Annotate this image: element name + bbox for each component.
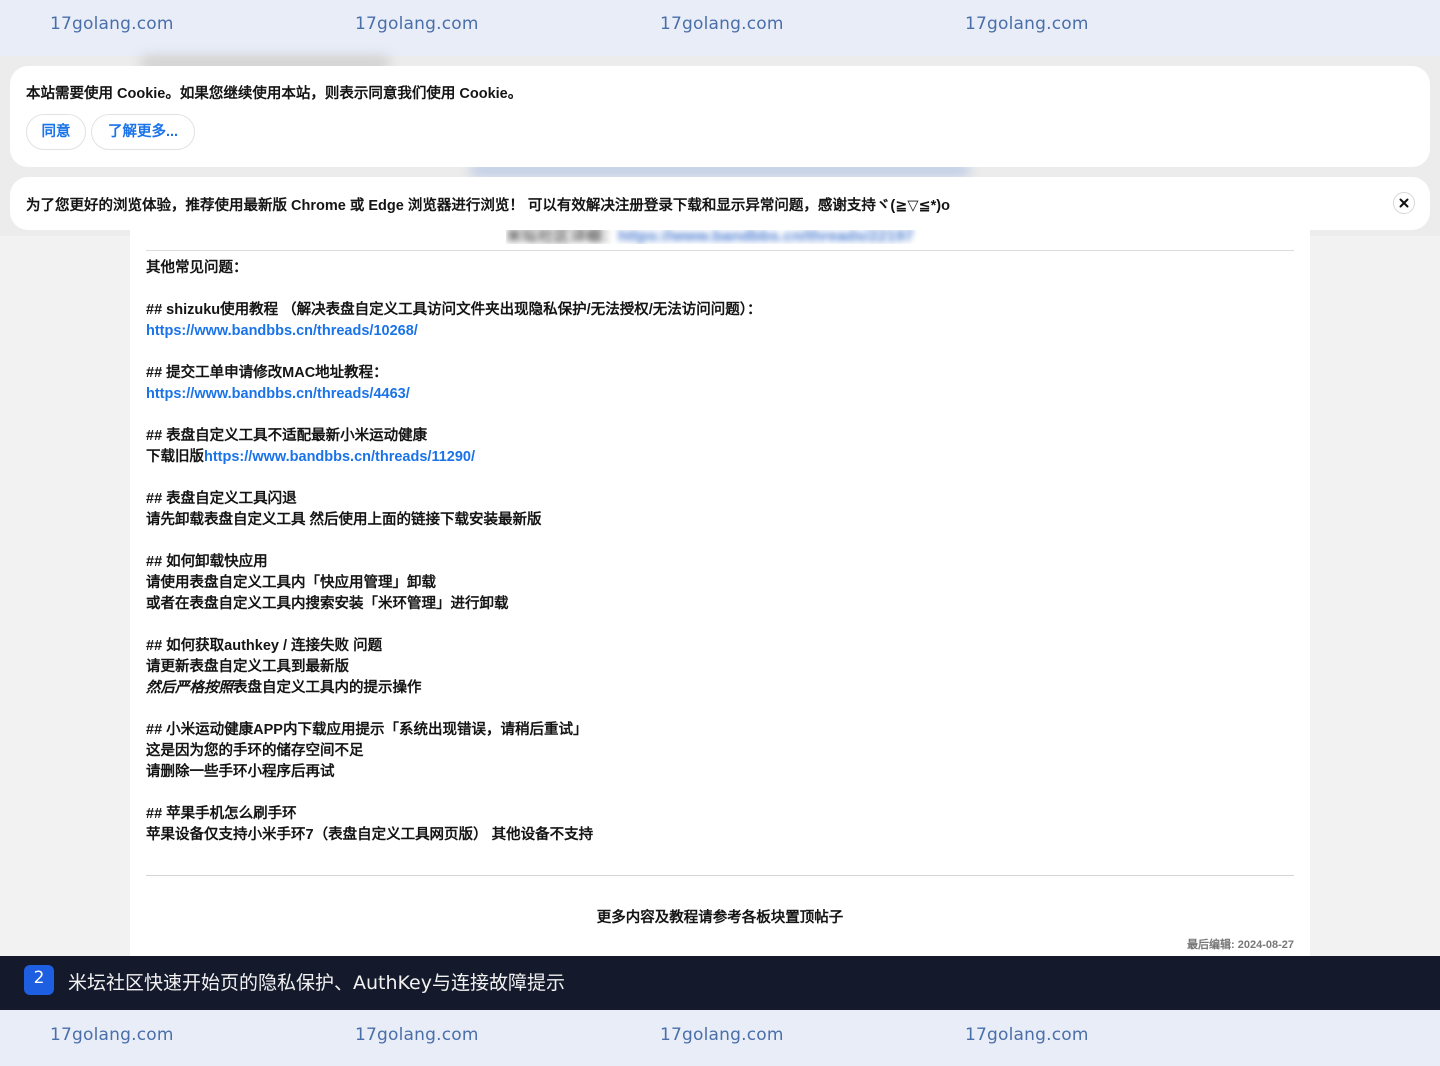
- faq-text: 苹果设备仅支持小米手环7（表盘自定义工具网页版） 其他设备不支持: [146, 827, 594, 843]
- faq-link[interactable]: https://www.bandbbs.cn/threads/10268/: [146, 323, 418, 339]
- faq-emphasis: 然后严格按照: [146, 680, 233, 696]
- learn-more-button[interactable]: 了解更多...: [91, 114, 195, 150]
- divider: [146, 875, 1294, 876]
- watermark-text: 17golang.com: [660, 1025, 784, 1045]
- watermark-text: 17golang.com: [50, 1025, 174, 1045]
- faq-title: ## 苹果手机怎么刷手环: [146, 806, 297, 822]
- watermark-text: 17golang.com: [660, 14, 784, 34]
- faq-title: ## shizuku使用教程 （解决表盘自定义工具访问文件夹出现隐私保护/无法授…: [146, 302, 762, 318]
- divider: [146, 250, 1294, 251]
- caption-text: 米坛社区快速开始页的隐私保护、AuthKey与连接故障提示: [68, 972, 565, 994]
- faq-text: 表盘自定义工具内的提示操作: [233, 680, 422, 696]
- watermark-bar-bottom: 17golang.com 17golang.com 17golang.com 1…: [0, 1010, 1440, 1066]
- faq-title: ## 小米运动健康APP内下载应用提示「系统出现错误，请稍后重试」: [146, 722, 588, 738]
- faq-title: ## 提交工单申请修改MAC地址教程：: [146, 365, 388, 381]
- faq-text: 或者在表盘自定义工具内搜索安装「米环管理」进行卸载: [146, 596, 509, 612]
- close-icon: [1399, 198, 1409, 208]
- faq-title: ## 表盘自定义工具不适配最新小米运动健康: [146, 428, 428, 444]
- post-content-card: 米坛社区详细：https://www.bandbbs.cn/threads/22…: [130, 230, 1310, 956]
- blurred-thread-link: 米坛社区详细：https://www.bandbbs.cn/threads/22…: [506, 230, 966, 244]
- more-content-note: 更多内容及教程请参考各板块置顶帖子: [596, 910, 844, 926]
- watermark-text: 17golang.com: [965, 14, 1089, 34]
- faq-section: 其他常见问题： ## shizuku使用教程 （解决表盘自定义工具访问文件夹出现…: [146, 258, 1294, 846]
- faq-text: 请更新表盘自定义工具到最新版: [146, 659, 349, 675]
- watermark-text: 17golang.com: [965, 1025, 1089, 1045]
- faq-title: ## 如何获取authkey / 连接失败 问题: [146, 638, 383, 654]
- caption-bar: 2 米坛社区快速开始页的隐私保护、AuthKey与连接故障提示: [0, 956, 1440, 1010]
- close-button[interactable]: [1393, 192, 1415, 214]
- blurred-link-label: 米坛社区详细：: [506, 230, 619, 244]
- faq-title: ## 表盘自定义工具闪退: [146, 491, 297, 507]
- faq-title: ## 如何卸载快应用: [146, 554, 268, 570]
- caption-number-badge: 2: [24, 965, 54, 995]
- watermark-bar-top: 17golang.com 17golang.com 17golang.com 1…: [0, 0, 1440, 56]
- faq-link[interactable]: https://www.bandbbs.cn/threads/11290/: [204, 449, 475, 465]
- cookie-consent-banner: 本站需要使用 Cookie。如果您继续使用本站，则表示同意我们使用 Cookie…: [10, 66, 1430, 167]
- faq-text: 这是因为您的手环的储存空间不足: [146, 743, 364, 759]
- watermark-text: 17golang.com: [50, 14, 174, 34]
- faq-text: 请先卸载表盘自定义工具 然后使用上面的链接下载安装最新版: [146, 512, 542, 528]
- faq-heading: 其他常见问题：: [146, 260, 248, 276]
- watermark-text: 17golang.com: [355, 14, 479, 34]
- blurred-link-url[interactable]: https://www.bandbbs.cn/threads/22197: [618, 230, 913, 244]
- watermark-text: 17golang.com: [355, 1025, 479, 1045]
- browser-notice-message: 为了您更好的浏览体验，推荐使用最新版 Chrome 或 Edge 浏览器进行浏览…: [26, 198, 950, 214]
- cookie-message: 本站需要使用 Cookie。如果您继续使用本站，则表示同意我们使用 Cookie…: [26, 86, 523, 102]
- faq-text: 请使用表盘自定义工具内「快应用管理」卸载: [146, 575, 436, 591]
- browser-notice-banner: 为了您更好的浏览体验，推荐使用最新版 Chrome 或 Edge 浏览器进行浏览…: [10, 177, 1430, 230]
- last-edited-date: 最后编辑: 2024-08-27: [1187, 939, 1294, 951]
- faq-link[interactable]: https://www.bandbbs.cn/threads/4463/: [146, 386, 410, 402]
- faq-text: 请删除一些手环小程序后再试: [146, 764, 335, 780]
- agree-button[interactable]: 同意: [26, 114, 86, 150]
- faq-text: 下载旧版: [146, 449, 204, 465]
